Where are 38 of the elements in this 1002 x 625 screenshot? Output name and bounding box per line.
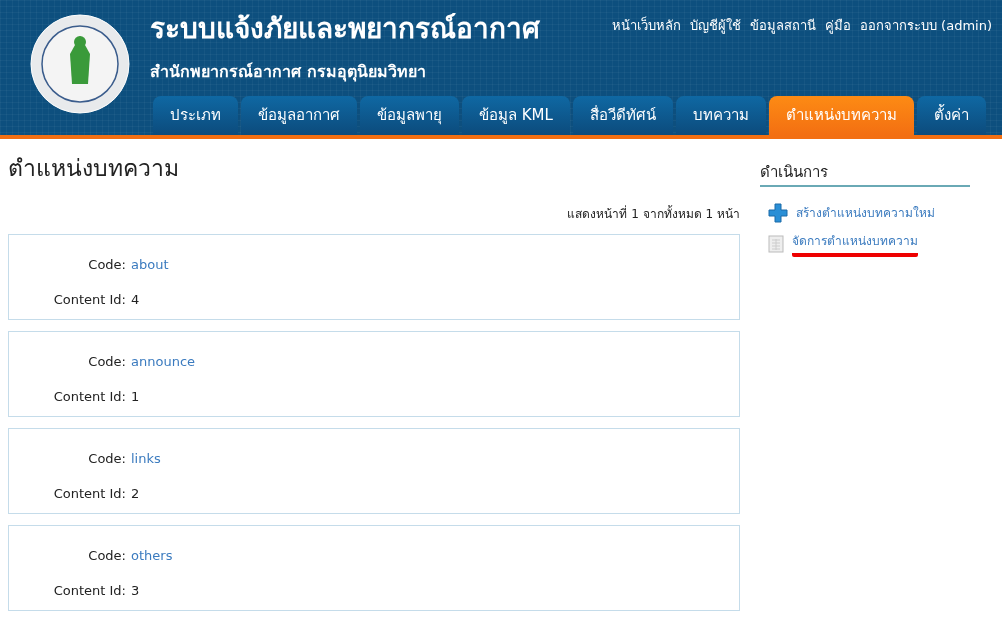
nav-tab[interactable]: สื่อวีดีทัศน์ [572, 96, 673, 135]
nav-tab[interactable]: ประเภท [153, 96, 238, 135]
nav-tab[interactable]: ข้อมูลอากาศ [241, 96, 357, 135]
nav-tab[interactable]: ข้อมูล KML [462, 96, 570, 135]
sidebar-title: ดำเนินการ [760, 163, 970, 187]
nav-link[interactable]: คู่มือ [825, 16, 851, 36]
field-label: Code: [87, 352, 127, 371]
field-label: Code: [87, 546, 127, 565]
field-value: 4 [131, 291, 140, 310]
field-label: Content Id: [52, 291, 127, 310]
nav-link[interactable]: ออกจากระบบ (admin) [860, 16, 992, 36]
field-value: 3 [131, 582, 140, 601]
code-link[interactable]: about [131, 254, 169, 275]
code-link[interactable]: announce [131, 351, 196, 372]
action-link[interactable]: จัดการตำแหน่งบทความ [792, 234, 918, 248]
field-label: Code: [87, 449, 127, 468]
plus-icon [768, 203, 788, 223]
nav-link[interactable]: ข้อมูลสถานี [750, 16, 816, 36]
page-title: ตำแหน่งบทความ [8, 155, 180, 183]
field-label: Content Id: [52, 388, 127, 407]
code-link[interactable]: links [131, 448, 161, 469]
document-icon [768, 234, 784, 253]
emblem-logo-icon [30, 14, 130, 114]
field-value: 2 [131, 485, 140, 504]
field-value: 1 [131, 388, 140, 407]
site-subtitle: สำนักพยากรณ์อากาศ กรมอุตุนิยมวิทยา [150, 61, 426, 84]
nav-tab[interactable]: ตั้งค่า [916, 96, 986, 135]
field-label: Content Id: [52, 485, 127, 504]
nav-tab[interactable]: บทความ [675, 96, 766, 135]
nav-tab[interactable]: ข้อมูลพายุ [360, 96, 459, 135]
site-title: ระบบแจ้งภัยและพยากรณ์อากาศ [150, 12, 540, 46]
nav-link[interactable]: หน้าเว็บหลัก [612, 16, 681, 36]
field-label: Content Id: [52, 582, 127, 601]
nav-link[interactable]: บัญชีผู้ใช้ [690, 16, 741, 36]
pagination-summary: แสดงหน้าที่ 1 จากทั้งหมด 1 หน้า [566, 204, 740, 223]
action-link[interactable]: สร้างตำแหน่งบทความใหม่ [796, 204, 935, 222]
code-link[interactable]: others [131, 545, 173, 566]
field-label: Code: [87, 255, 127, 274]
